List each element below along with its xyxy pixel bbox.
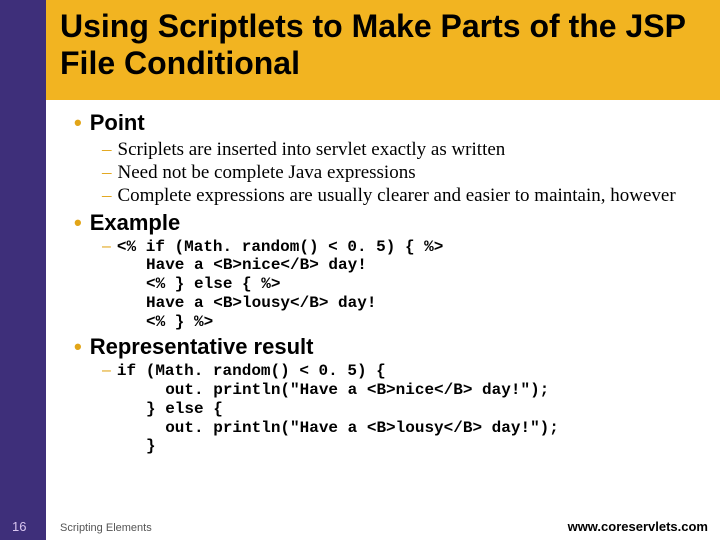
- footer-url: www.coreservlets.com: [568, 519, 708, 534]
- heading-text: Point: [90, 110, 145, 135]
- list-item: –Need not be complete Java expressions: [102, 161, 704, 184]
- dash-icon: –: [102, 362, 111, 381]
- code-line: Have a <B>lousy</B> day!: [146, 294, 704, 313]
- dash-icon: –: [102, 138, 112, 161]
- section-heading-point: • Point: [74, 110, 704, 136]
- heading-text: Example: [90, 210, 181, 235]
- page-number: 16: [12, 519, 26, 534]
- code-text: }: [146, 437, 156, 455]
- code-text: <% if (Math. random() < 0. 5) { %>: [117, 238, 443, 257]
- code-line: –<% if (Math. random() < 0. 5) { %>: [102, 238, 704, 257]
- code-line: out. println("Have a <B>nice</B> day!");: [146, 381, 704, 400]
- footer-topic: Scripting Elements: [60, 522, 152, 534]
- footer: 16 Scripting Elements www.coreservlets.c…: [0, 514, 720, 534]
- slide-title: Using Scriptlets to Make Parts of the JS…: [60, 8, 706, 82]
- bullet-dot-icon: •: [74, 210, 82, 235]
- title-band: Using Scriptlets to Make Parts of the JS…: [46, 0, 720, 100]
- code-text: out. println("Have a <B>lousy</B> day!")…: [146, 419, 559, 437]
- code-text: out. println("Have a <B>nice</B> day!");: [146, 381, 549, 399]
- code-line: out. println("Have a <B>lousy</B> day!")…: [146, 419, 704, 438]
- list-item: –Complete expressions are usually cleare…: [102, 184, 704, 207]
- bullet-dot-icon: •: [74, 110, 82, 135]
- item-text: Need not be complete Java expressions: [118, 161, 705, 184]
- code-text: } else {: [146, 400, 223, 418]
- code-text: if (Math. random() < 0. 5) {: [117, 362, 386, 381]
- item-text: Complete expressions are usually clearer…: [118, 184, 705, 207]
- code-line: }: [146, 437, 704, 456]
- sidebar-accent: [0, 0, 46, 540]
- heading-text: Representative result: [90, 334, 314, 359]
- code-line: <% } %>: [146, 313, 704, 332]
- code-block-result: –if (Math. random() < 0. 5) { out. print…: [102, 362, 704, 456]
- code-line: –if (Math. random() < 0. 5) {: [102, 362, 704, 381]
- code-line: Have a <B>nice</B> day!: [146, 256, 704, 275]
- sub-list-point: –Scriplets are inserted into servlet exa…: [102, 138, 704, 208]
- section-heading-example: • Example: [74, 210, 704, 236]
- dash-icon: –: [102, 161, 112, 184]
- bullet-dot-icon: •: [74, 334, 82, 359]
- code-block-example: –<% if (Math. random() < 0. 5) { %> Have…: [102, 238, 704, 332]
- dash-icon: –: [102, 184, 112, 207]
- section-heading-result: • Representative result: [74, 334, 704, 360]
- list-item: –Scriplets are inserted into servlet exa…: [102, 138, 704, 161]
- content-area: •Point –Scriplets are inserted into serv…: [46, 106, 720, 456]
- dash-icon: –: [102, 238, 111, 257]
- code-line: <% } else { %>: [146, 275, 704, 294]
- code-line: } else {: [146, 400, 704, 419]
- item-text: Scriplets are inserted into servlet exac…: [118, 138, 705, 161]
